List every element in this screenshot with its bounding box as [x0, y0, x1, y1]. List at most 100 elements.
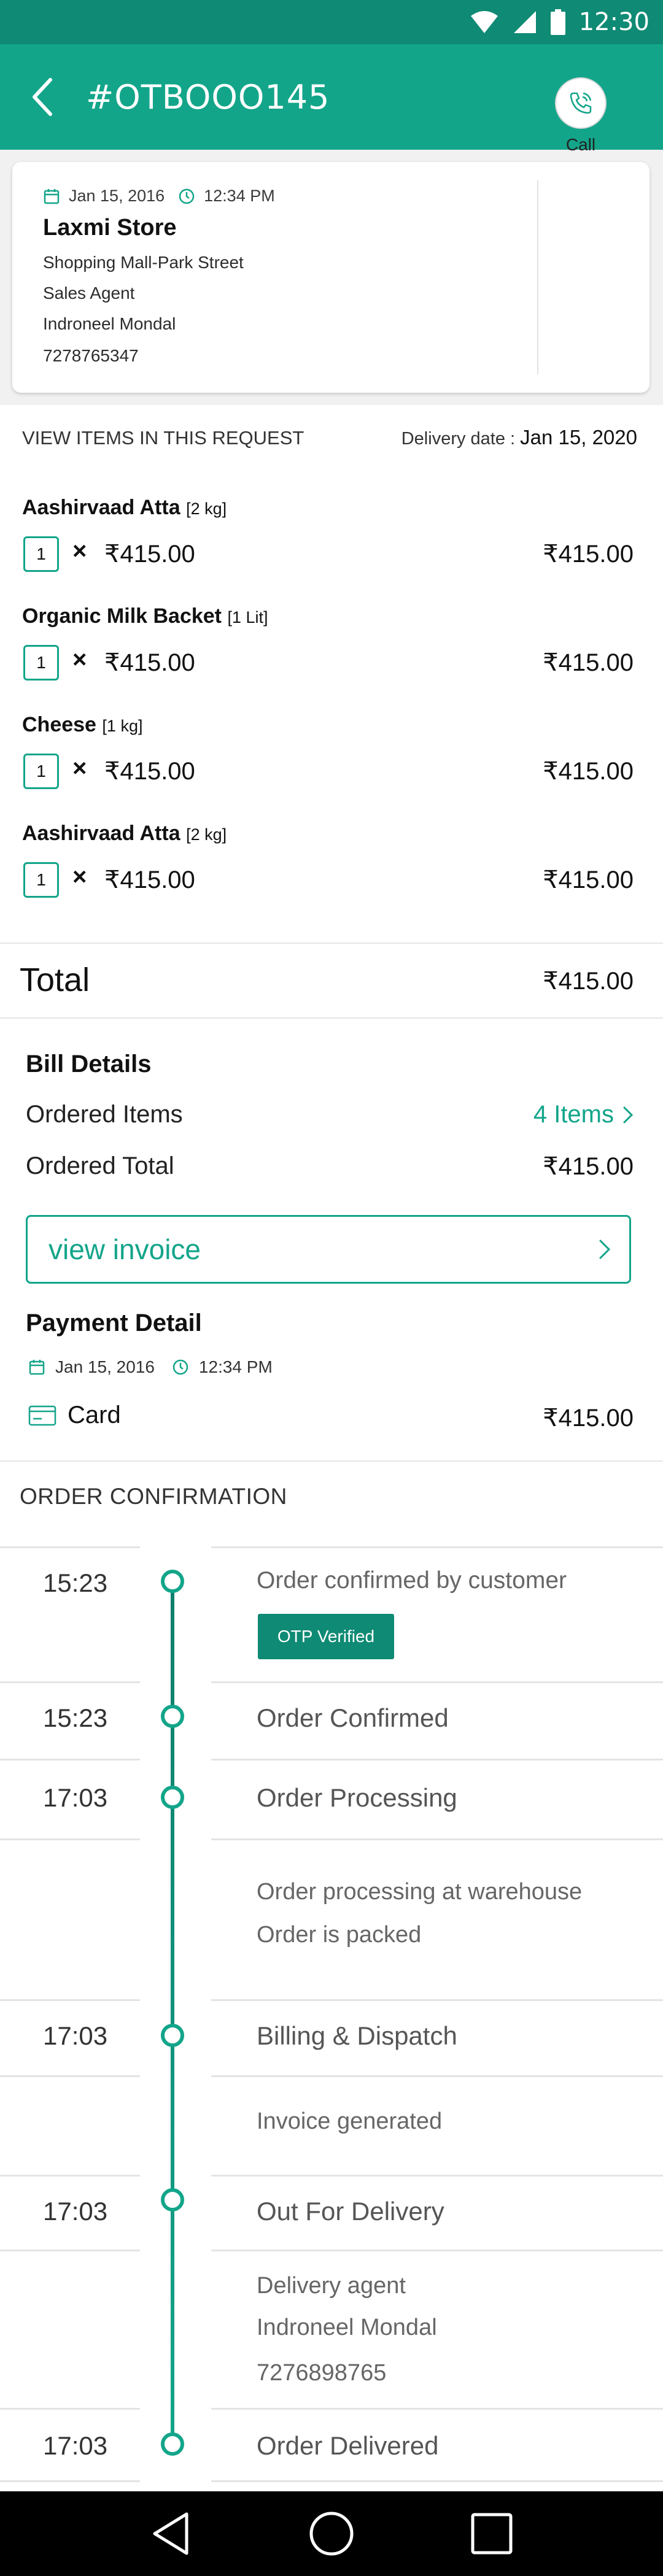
quantity-box[interactable]: 1: [23, 754, 59, 789]
delivery-date: Delivery date : Jan 15, 2020: [401, 426, 637, 449]
payment-detail-title: Payment Detail: [26, 1309, 202, 1336]
home-circle-icon[interactable]: [308, 2510, 355, 2557]
recents-square-icon[interactable]: [470, 2512, 513, 2555]
unit-price: ₹415.00: [104, 758, 195, 785]
timeline-detail: Invoice generated: [257, 2108, 443, 2134]
unit-price: ₹415.00: [104, 649, 195, 676]
payment-method: Card: [28, 1402, 121, 1429]
back-button[interactable]: [0, 44, 86, 150]
card-icon: [28, 1405, 56, 1425]
list-item: Aashirvaad Atta [2 kg] 1 × ₹415.00 ₹415.…: [0, 496, 663, 600]
calendar-icon: [44, 188, 60, 204]
store-date: Jan 15, 2016: [69, 187, 165, 205]
view-invoice-label: view invoice: [48, 1233, 201, 1265]
item-title: Organic Milk Backet: [22, 604, 222, 628]
quantity-box[interactable]: 1: [23, 645, 59, 681]
ordered-items-value: 4 Items: [533, 1101, 614, 1128]
timeline-dot: [161, 2024, 184, 2047]
divider: [0, 2175, 140, 2177]
otp-verified-badge: OTP Verified: [258, 1614, 394, 1659]
clock-icon: [179, 188, 195, 204]
list-item: Organic Milk Backet [1 Lit] 1 × ₹415.00 …: [0, 604, 663, 709]
timeline-time: 17:03: [43, 2197, 108, 2226]
ordered-items-row[interactable]: Ordered Items 4 Items: [26, 1101, 634, 1138]
line-total: ₹415.00: [543, 758, 634, 785]
timeline-time: 17:03: [43, 2431, 108, 2460]
timeline-detail: Delivery agent: [257, 2273, 406, 2299]
divider: [211, 2250, 663, 2251]
divider: [211, 1759, 663, 1760]
list-item: Aashirvaad Atta [2 kg] 1 × ₹415.00 ₹415.…: [0, 822, 663, 926]
timeline-time: 17:03: [43, 1783, 108, 1812]
item-name: Aashirvaad Atta [2 kg]: [22, 822, 227, 846]
payment-amount: ₹415.00: [543, 1405, 634, 1432]
call-label[interactable]: Call: [540, 135, 621, 155]
wifi-icon: [470, 11, 498, 33]
item-title: Aashirvaad Atta: [22, 822, 180, 845]
item-size: [1 kg]: [102, 717, 143, 735]
chevron-right-icon: [623, 1106, 634, 1123]
signal-icon: [513, 11, 536, 33]
order-confirmation-title: ORDER CONFIRMATION: [20, 1484, 287, 1509]
store-address: Shopping Mall-Park Street: [43, 253, 244, 272]
divider: [0, 1681, 140, 1683]
divider: [0, 2408, 140, 2410]
timeline-status: Billing & Dispatch: [257, 2021, 457, 2050]
divider: [211, 2480, 663, 2482]
divider: [211, 1838, 663, 1840]
payment-meta: Jan 15, 2016 12:34 PM: [28, 1357, 273, 1377]
calendar-icon: [29, 1360, 45, 1375]
store-agent: Indroneel Mondal: [43, 314, 176, 333]
item-title: Cheese: [22, 713, 96, 736]
item-size: [1 Lit]: [227, 608, 268, 627]
timeline-dot: [161, 2188, 184, 2212]
page-title: #OTBOOO145: [86, 77, 330, 117]
divider: [0, 1999, 140, 2001]
timeline-detail: 7276898765: [257, 2360, 387, 2386]
divider: [0, 1759, 140, 1760]
status-icons: 12:30: [470, 6, 649, 38]
divider: [0, 1546, 140, 1548]
item-size: [2 kg]: [186, 825, 227, 844]
divider: [211, 2175, 663, 2177]
divider: [211, 2075, 663, 2077]
payment-time: 12:34 PM: [198, 1357, 273, 1376]
item-size: [2 kg]: [186, 499, 227, 518]
divider: [0, 1460, 663, 1462]
quantity-box[interactable]: 1: [23, 862, 59, 898]
timeline-dot: [161, 1705, 184, 1728]
battery-icon: [550, 9, 565, 35]
divider: [0, 1838, 140, 1840]
quantity-box[interactable]: 1: [23, 536, 59, 572]
total-value: ₹415.00: [543, 968, 634, 995]
divider: [0, 943, 663, 944]
card-divider: [537, 180, 538, 374]
divider: [0, 1017, 663, 1019]
status-time: 12:30: [578, 8, 649, 36]
ordered-items-label: Ordered Items: [26, 1101, 183, 1128]
back-triangle-icon[interactable]: [150, 2510, 193, 2557]
call-button[interactable]: [555, 77, 607, 129]
delivery-date-value: Jan 15, 2020: [520, 426, 637, 449]
phone-icon: [570, 92, 592, 114]
store-card: Jan 15, 2016 12:34 PM Laxmi Store Shoppi…: [12, 162, 649, 393]
timeline-time: 15:23: [43, 1703, 108, 1732]
total-label: Total: [20, 962, 90, 998]
ordered-total-label: Ordered Total: [26, 1152, 174, 1179]
item-name: Cheese [1 kg]: [22, 713, 142, 737]
view-invoice-button[interactable]: view invoice: [26, 1215, 631, 1284]
payment-date: Jan 15, 2016: [55, 1357, 155, 1376]
line-total: ₹415.00: [543, 541, 634, 568]
unit-price: ₹415.00: [104, 541, 195, 568]
bill-details-title: Bill Details: [26, 1051, 152, 1078]
ordered-items-link[interactable]: 4 Items: [533, 1101, 634, 1128]
timeline-detail: Indroneel Mondal: [257, 2315, 437, 2340]
divider: [0, 2075, 140, 2077]
back-arrow-icon: [33, 78, 52, 116]
multiply-icon: ×: [72, 755, 87, 782]
item-name: Organic Milk Backet [1 Lit]: [22, 604, 268, 628]
unit-price: ₹415.00: [104, 866, 195, 893]
store-role: Sales Agent: [43, 283, 135, 303]
divider: [211, 1681, 663, 1683]
items-section-heading: VIEW ITEMS IN THIS REQUEST: [22, 427, 304, 449]
